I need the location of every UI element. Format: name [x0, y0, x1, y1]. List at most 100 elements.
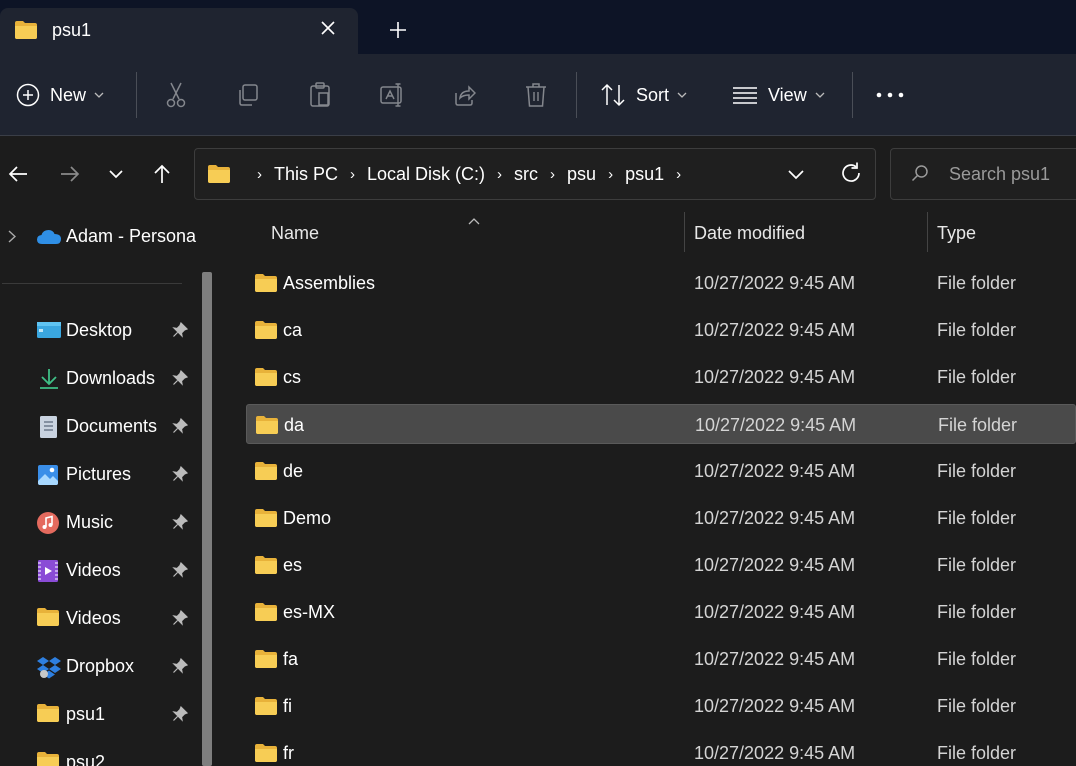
search-box: [890, 148, 1076, 200]
file-row-cs[interactable]: cs 10/27/2022 9:45 AM File folder: [246, 357, 1076, 397]
file-type: File folder: [937, 367, 1017, 387]
folder-icon: [14, 20, 38, 45]
sidebar-item-dropbox[interactable]: Dropbox: [0, 645, 200, 689]
close-icon: [321, 21, 335, 35]
file-row-fi[interactable]: fi 10/27/2022 9:45 AM File folder: [246, 686, 1076, 726]
chevron-right-icon[interactable]: ›: [257, 166, 262, 183]
file-row-assemblies[interactable]: Assemblies 10/27/2022 9:45 AM File folder: [246, 263, 1076, 303]
forward-button[interactable]: [56, 160, 84, 188]
delete-button[interactable]: [524, 54, 548, 136]
recent-locations-button[interactable]: [102, 160, 130, 188]
paste-icon: [310, 82, 330, 107]
crumb-local-disk[interactable]: Local Disk (C:): [367, 164, 485, 185]
new-label: New: [50, 84, 87, 105]
pin-icon: [172, 705, 189, 727]
pin-icon: [172, 609, 189, 631]
sidebar-item-label: Videos: [66, 608, 121, 628]
up-button[interactable]: [148, 160, 176, 188]
address-row: › This PC › Local Disk (C:) › src › psu …: [0, 136, 1076, 210]
crumb-src[interactable]: src: [514, 164, 538, 185]
file-name: fa: [283, 649, 299, 669]
sidebar-item-label: Adam - Persona: [66, 226, 197, 246]
file-type: File folder: [937, 320, 1017, 340]
sidebar-item-label: Dropbox: [66, 656, 135, 676]
copy-button[interactable]: [236, 54, 260, 136]
column-header-date-modified[interactable]: Date modified: [694, 210, 805, 256]
address-bar[interactable]: › This PC › Local Disk (C:) › src › psu …: [194, 148, 876, 200]
chevron-right-icon[interactable]: ›: [608, 166, 613, 183]
sidebar-item-onedrive[interactable]: Adam - Persona: [0, 222, 214, 250]
close-tab-button[interactable]: [316, 16, 340, 40]
sidebar-item-videos[interactable]: Videos: [0, 549, 200, 593]
column-header-type[interactable]: Type: [937, 210, 976, 256]
sidebar-item-label: Music: [66, 512, 114, 532]
download-icon: [36, 367, 60, 391]
folder-icon: [254, 461, 278, 486]
folder-icon: [36, 607, 60, 631]
crumb-psu[interactable]: psu: [567, 164, 596, 185]
sidebar-item-psu2[interactable]: psu2: [0, 741, 200, 766]
tab-psu1[interactable]: psu1: [0, 8, 358, 56]
sidebar-item-videos-folder[interactable]: Videos: [0, 597, 200, 641]
breadcrumb: › This PC › Local Disk (C:) › src › psu …: [207, 149, 693, 199]
refresh-icon: [842, 162, 860, 182]
chevron-down-icon: [815, 92, 825, 98]
arrow-up-icon: [154, 164, 170, 183]
sidebar-scrollbar[interactable]: [202, 272, 212, 766]
file-name: fi: [283, 696, 292, 716]
chevron-right-icon[interactable]: ›: [550, 166, 555, 183]
sidebar-item-pictures[interactable]: Pictures: [0, 453, 200, 497]
back-button[interactable]: [4, 160, 32, 188]
file-date-modified: 10/27/2022 9:45 AM: [694, 367, 856, 387]
refresh-button[interactable]: [839, 161, 863, 190]
paste-button[interactable]: [308, 54, 332, 136]
chevron-right-icon[interactable]: ›: [350, 166, 355, 183]
sidebar-item-downloads[interactable]: Downloads: [0, 357, 200, 401]
dropbox-icon: [36, 655, 61, 679]
column-header-name[interactable]: Name: [271, 210, 319, 256]
column-divider[interactable]: [927, 212, 928, 252]
new-tab-button[interactable]: [384, 16, 412, 44]
rename-button[interactable]: [380, 54, 406, 136]
file-row-ca[interactable]: ca 10/27/2022 9:45 AM File folder: [246, 310, 1076, 350]
separator: [136, 72, 137, 118]
chevron-right-icon[interactable]: ›: [676, 166, 681, 183]
crumb-this-pc[interactable]: This PC: [274, 164, 338, 185]
sidebar-item-documents[interactable]: Documents: [0, 405, 200, 449]
file-type: File folder: [937, 602, 1017, 622]
share-icon: [455, 85, 476, 106]
address-dropdown-button[interactable]: [787, 162, 805, 191]
folder-icon: [254, 555, 278, 580]
separator: [576, 72, 577, 118]
share-button[interactable]: [452, 54, 476, 136]
file-list: Name Date modified Type Assemblies 10/27/…: [222, 210, 1076, 766]
file-row-es-mx[interactable]: es-MX 10/27/2022 9:45 AM File folder: [246, 592, 1076, 632]
new-button[interactable]: New: [16, 54, 104, 136]
view-button[interactable]: View: [732, 54, 825, 136]
chevron-down-icon: [788, 170, 804, 180]
crumb-psu1[interactable]: psu1: [625, 164, 664, 185]
file-date-modified: 10/27/2022 9:45 AM: [694, 649, 856, 669]
cut-button[interactable]: [164, 54, 188, 136]
file-row-fr[interactable]: fr 10/27/2022 9:45 AM File folder: [246, 733, 1076, 766]
sidebar-item-music[interactable]: Music: [0, 501, 200, 545]
file-row-da[interactable]: da 10/27/2022 9:45 AM File folder: [246, 404, 1076, 444]
sort-button[interactable]: Sort: [600, 54, 687, 136]
file-row-demo[interactable]: Demo 10/27/2022 9:45 AM File folder: [246, 498, 1076, 538]
chevron-down-icon: [109, 169, 123, 178]
rename-icon: [380, 83, 402, 107]
search-input[interactable]: [949, 149, 1076, 199]
column-divider[interactable]: [684, 212, 685, 252]
music-icon: [36, 511, 60, 535]
sidebar-item-desktop[interactable]: Desktop: [0, 309, 200, 353]
file-row-fa[interactable]: fa 10/27/2022 9:45 AM File folder: [246, 639, 1076, 679]
more-options-button[interactable]: [876, 54, 904, 136]
folder-icon: [254, 273, 278, 298]
pin-icon: [172, 657, 189, 679]
sort-label: Sort: [636, 84, 670, 105]
list-view-icon: [733, 87, 757, 104]
file-row-es[interactable]: es 10/27/2022 9:45 AM File folder: [246, 545, 1076, 585]
file-row-de[interactable]: de 10/27/2022 9:45 AM File folder: [246, 451, 1076, 491]
sidebar-item-psu1[interactable]: psu1: [0, 693, 200, 737]
chevron-right-icon[interactable]: ›: [497, 166, 502, 183]
